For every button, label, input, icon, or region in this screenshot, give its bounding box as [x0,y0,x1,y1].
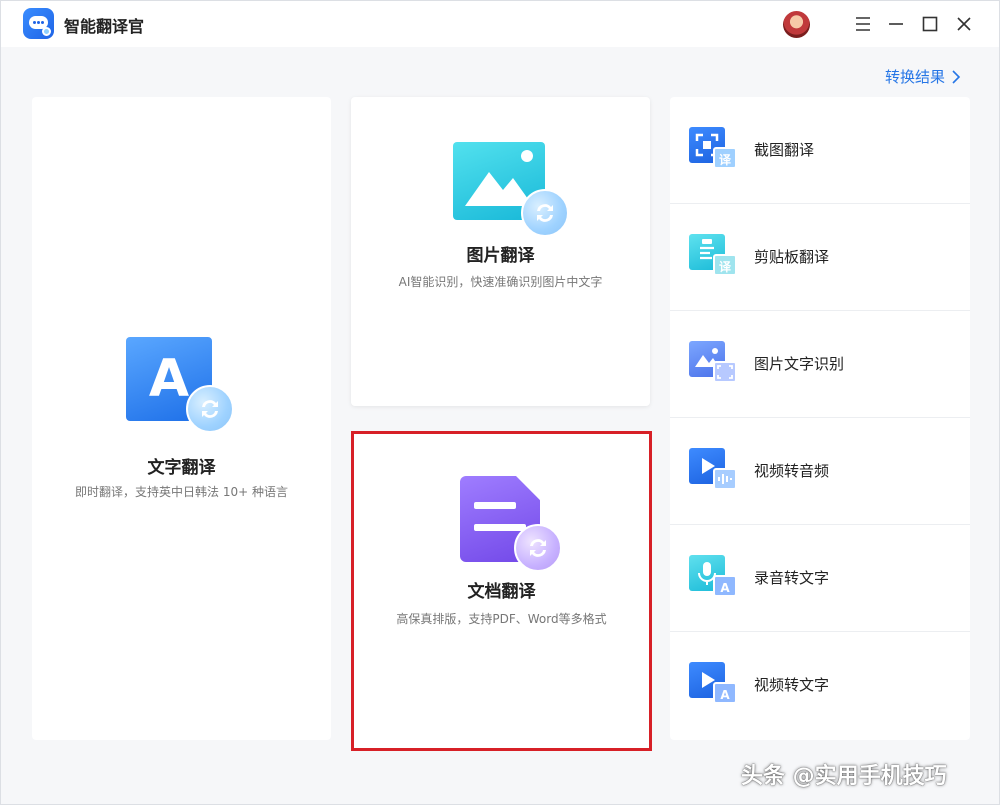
image-translate-desc: AI智能识别，快速准确识别图片中文字 [398,275,603,289]
tool-clipboard-translate[interactable]: 译 剪贴板翻译 [670,204,970,311]
conversion-results-label: 转换结果 [885,68,946,86]
text-translate-card[interactable]: A 文字翻译 即时翻译，支持英中日韩法 10+ 种语言 [32,97,331,740]
image-translate-card[interactable]: 图片翻译 AI智能识别，快速准确识别图片中文字 [351,97,650,406]
user-avatar[interactable] [783,11,810,38]
tool-image-ocr[interactable]: 图片文字识别 [670,311,970,418]
title-bar: 智能翻译官 [1,1,999,47]
maximize-icon [922,16,938,32]
hamburger-menu-icon [856,17,870,31]
tool-label: 视频转文字 [754,676,830,694]
tool-label: 截图翻译 [754,141,815,159]
sync-icon [521,189,569,237]
video-to-audio-icon [689,448,737,490]
maximize-button[interactable] [918,12,942,36]
document-translate-card[interactable]: 文档翻译 高保真排版，支持PDF、Word等多格式 [351,431,652,751]
text-translate-desc: 即时翻译，支持英中日韩法 10+ 种语言 [75,485,288,499]
tool-label: 图片文字识别 [754,355,845,373]
close-icon [957,17,971,31]
tool-label: 视频转音频 [754,462,830,480]
image-translate-title: 图片翻译 [466,246,535,266]
screenshot-translate-icon: 译 [689,127,737,169]
close-button[interactable] [952,12,976,36]
tool-audio-to-text[interactable]: A 录音转文字 [670,525,970,632]
document-translate-title: 文档翻译 [467,582,536,602]
tools-list: 译 截图翻译 译 剪贴板翻译 图片文字识别 视频转音频 A 录音转文字 A 视频… [670,97,970,740]
app-title: 智能翻译官 [64,17,145,36]
document-translate-desc: 高保真排版，支持PDF、Word等多格式 [396,612,607,626]
watermark-text: 头条 @实用手机技巧 [741,764,947,789]
app-window: 智能翻译官 转换结果 A 文字翻译 即时翻译，支持英中日韩法 10+ 种语言 图… [0,0,1000,805]
image-ocr-icon [689,341,737,383]
conversion-results-link[interactable]: 转换结果 [885,66,961,87]
sync-icon [186,385,234,433]
audio-to-text-icon: A [689,555,737,597]
tool-label: 剪贴板翻译 [754,248,830,266]
chevron-right-icon [952,69,961,84]
tool-video-to-audio[interactable]: 视频转音频 [670,418,970,525]
menu-button[interactable] [851,12,875,36]
tool-label: 录音转文字 [754,569,830,587]
video-to-text-icon: A [689,662,737,704]
minimize-icon [889,23,903,25]
tool-screenshot-translate[interactable]: 译 截图翻译 [670,97,970,204]
app-logo-icon [23,8,54,39]
text-translate-title: 文字翻译 [147,458,216,478]
clipboard-translate-icon: 译 [689,234,737,276]
minimize-button[interactable] [884,12,908,36]
tool-video-to-text[interactable]: A 视频转文字 [670,632,970,739]
sync-icon [514,524,562,572]
